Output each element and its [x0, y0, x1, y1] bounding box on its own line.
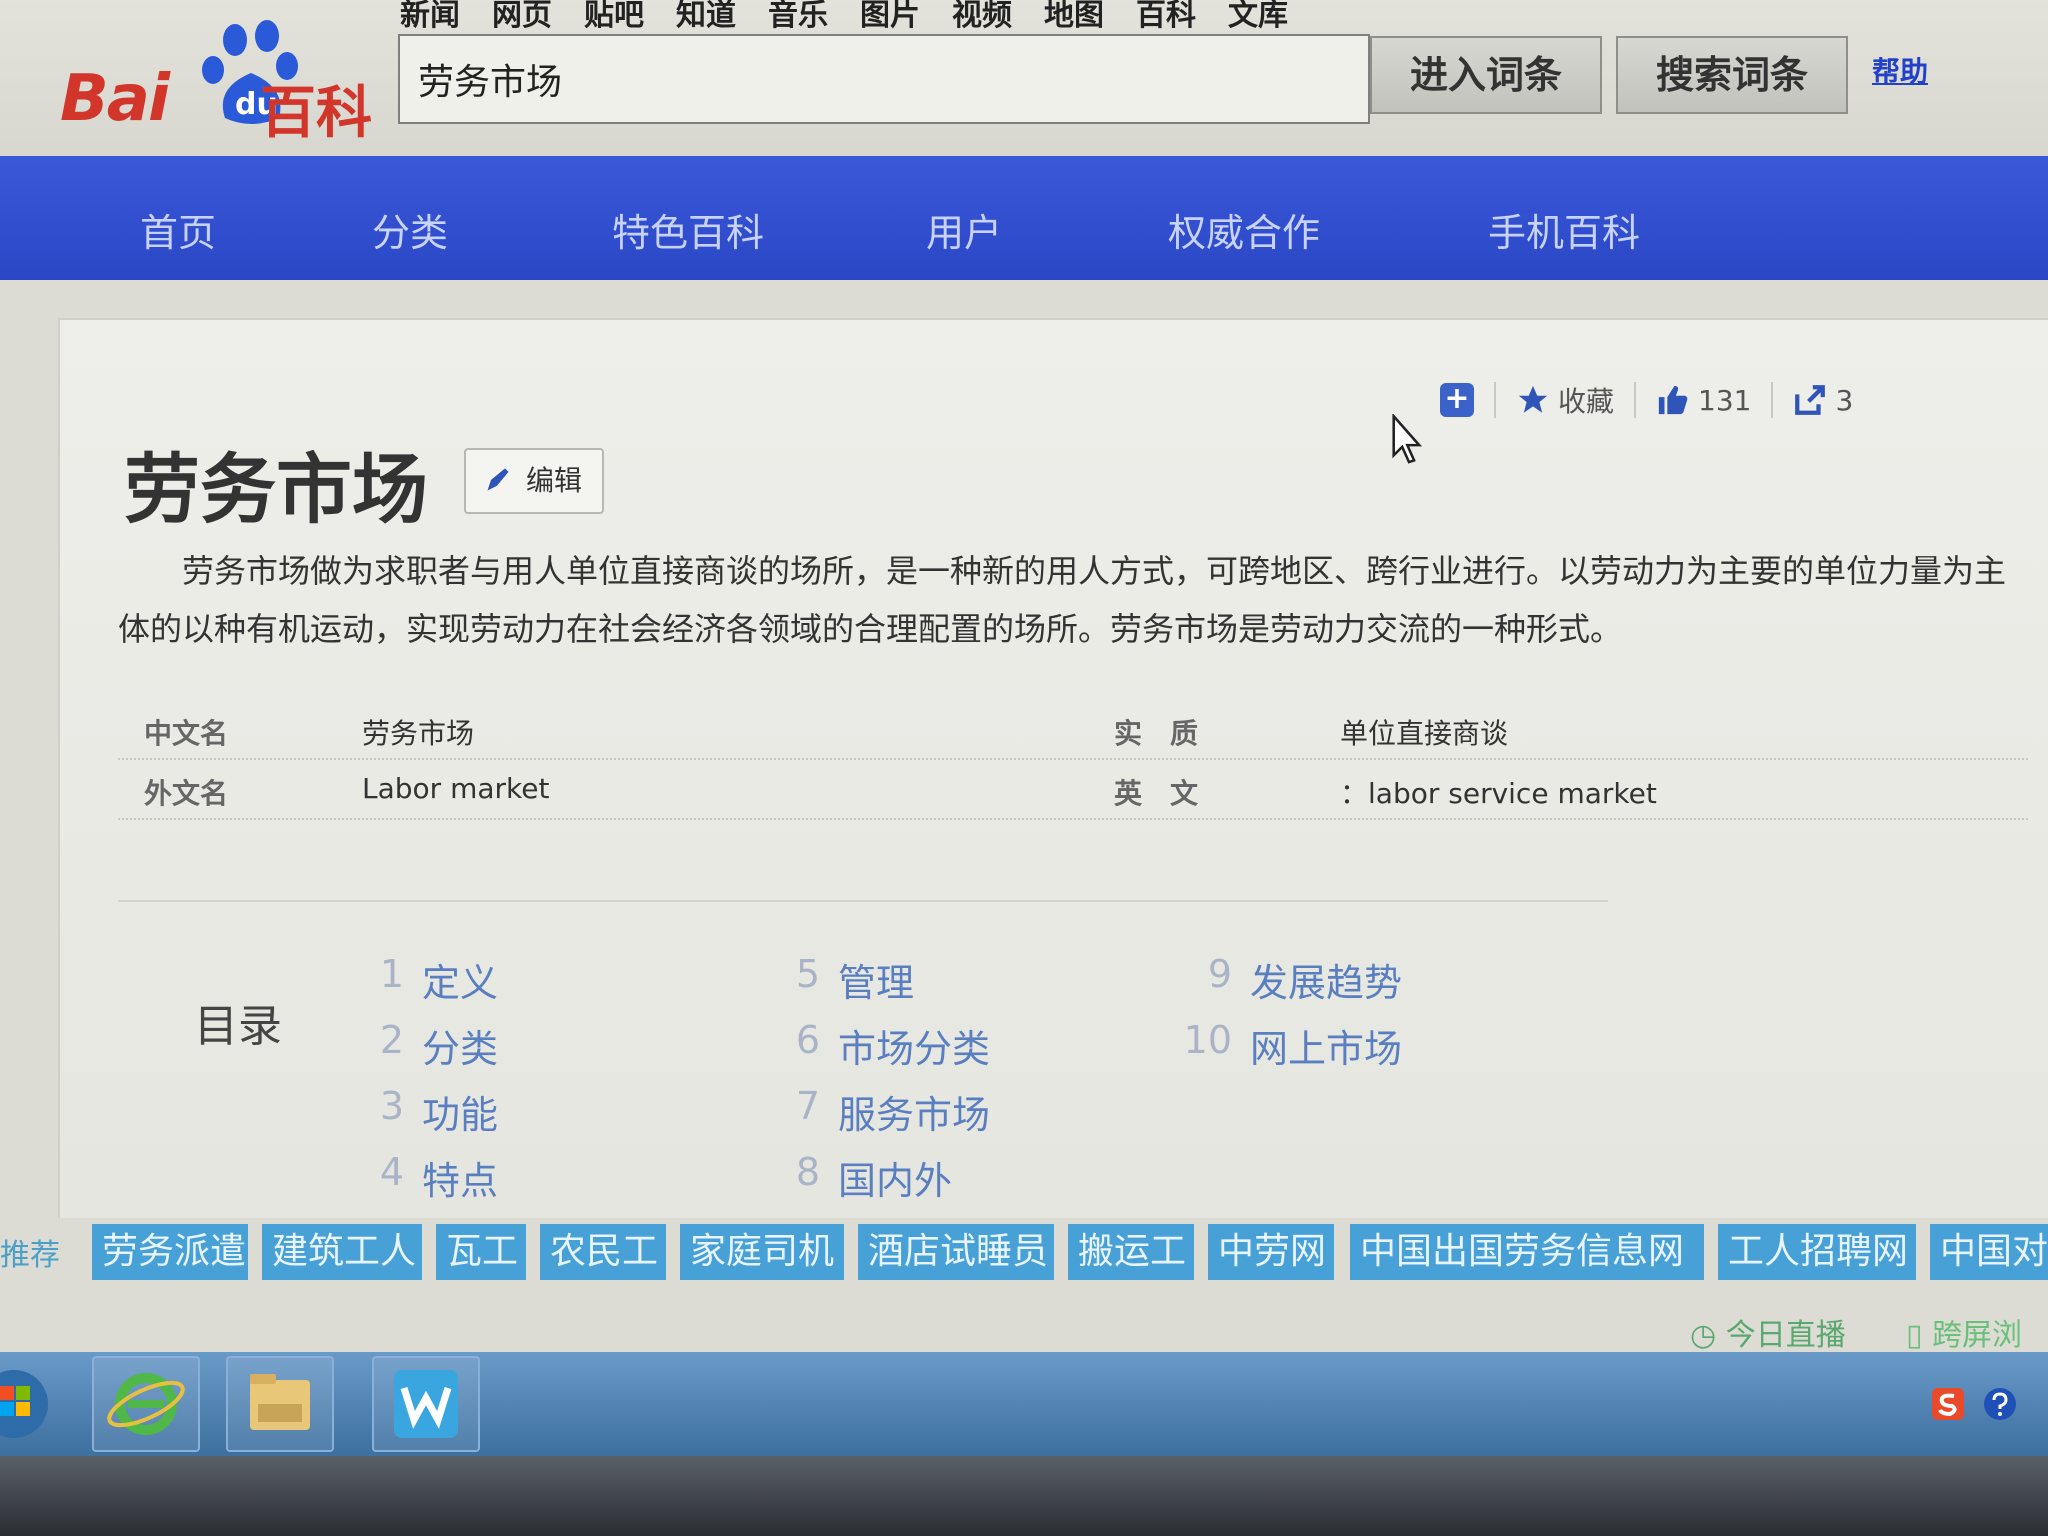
- taskbar-ie-button[interactable]: [92, 1356, 200, 1452]
- recommend-tag[interactable]: 工人招聘网: [1718, 1224, 1916, 1280]
- main-nav: 首页 分类 特色百科 用户 权威合作 手机百科: [0, 156, 2048, 280]
- share-icon: [1795, 385, 1826, 415]
- logo-bai-text: Bai: [60, 62, 170, 136]
- folder-icon: [250, 1374, 310, 1430]
- top-nav-news[interactable]: 新闻: [400, 0, 460, 34]
- like-button[interactable]: 131: [1656, 383, 1751, 417]
- toc-item[interactable]: 6 市场分类: [796, 1018, 990, 1073]
- help-link[interactable]: 帮助: [1872, 50, 1928, 90]
- logo-baike-text: 百科: [260, 81, 372, 146]
- basic-info-table: 中文名 劳务市场 实 质 单位直接商谈 外文名 Labor market 英 文…: [118, 700, 2028, 820]
- help-circle-icon[interactable]: [1982, 1386, 2018, 1422]
- toc-item[interactable]: 9 发展趋势: [1208, 952, 1402, 1007]
- top-nav-baike[interactable]: 百科: [1136, 0, 1196, 34]
- recommend-tag[interactable]: 中劳网: [1208, 1224, 1334, 1280]
- site-header: 新闻 网页 贴吧 知道 音乐 图片 视频 地图 百科 文库 Bai du 百科 …: [0, 0, 2048, 160]
- sogou-ime-icon[interactable]: [1930, 1386, 1966, 1422]
- toc-item[interactable]: 7 服务市场: [796, 1084, 990, 1139]
- top-nav-web[interactable]: 网页: [492, 0, 552, 34]
- info-label: 实 质: [1114, 717, 1199, 750]
- edit-label: 编辑: [526, 464, 583, 497]
- recommend-bar: 推荐 劳务派遣 建筑工人 瓦工 农民工 家庭司机 酒店试睡员 搬运工 中劳网 中…: [0, 1218, 2048, 1280]
- nav-category[interactable]: 分类: [372, 202, 448, 257]
- top-nav-wenku[interactable]: 文库: [1228, 0, 1288, 34]
- top-nav: 新闻 网页 贴吧 知道 音乐 图片 视频 地图 百科 文库: [400, 0, 1288, 34]
- nav-user[interactable]: 用户: [926, 202, 1002, 257]
- cross-screen-link[interactable]: ▯ 跨屏浏览: [1906, 1310, 2048, 1397]
- baidu-baike-logo[interactable]: Bai du 百科: [60, 18, 380, 146]
- search-entry-button[interactable]: 搜索词条: [1616, 36, 1848, 114]
- entry-content: + 收藏 131 3 劳务市场 编辑 劳务市场做为求职者与用人单位直接商谈的场所…: [58, 318, 2048, 1218]
- share-count: 3: [1835, 383, 1854, 417]
- monitor-bezel: [0, 1456, 2048, 1536]
- recommend-tag[interactable]: 农民工: [540, 1224, 666, 1280]
- action-separator: [1494, 382, 1496, 418]
- top-nav-video[interactable]: 视频: [952, 0, 1012, 34]
- pencil-icon: [487, 468, 509, 491]
- favorite-label: 收藏: [1558, 385, 1615, 418]
- taskbar-wps-button[interactable]: [372, 1356, 480, 1452]
- live-link[interactable]: ◷ 今日直播: [1690, 1310, 1846, 1353]
- info-label: 外文名: [144, 777, 229, 810]
- recommend-tag[interactable]: 劳务派遣: [92, 1224, 248, 1280]
- top-nav-zhidao[interactable]: 知道: [676, 0, 736, 34]
- info-label: 中文名: [144, 717, 229, 750]
- toc-item[interactable]: 1 定义: [380, 952, 498, 1007]
- info-row: 外文名 Labor market 英 文 ：labor service mark…: [118, 760, 2028, 820]
- recommend-tag[interactable]: 家庭司机: [680, 1224, 844, 1280]
- info-value: Labor market: [362, 772, 550, 805]
- nav-mobile[interactable]: 手机百科: [1488, 202, 1640, 257]
- taskbar: [0, 1352, 2048, 1456]
- recommend-tag[interactable]: 瓦工: [436, 1224, 526, 1280]
- search-box: [398, 34, 1370, 124]
- nav-home[interactable]: 首页: [140, 202, 216, 257]
- top-nav-map[interactable]: 地图: [1044, 0, 1104, 34]
- recommend-tag[interactable]: 搬运工: [1068, 1224, 1194, 1280]
- entry-summary: 劳务市场做为求职者与用人单位直接商谈的场所，是一种新的用人方式，可跨地区、跨行业…: [118, 552, 2007, 648]
- phone-icon: ▯: [1906, 1318, 1923, 1353]
- recommend-tag[interactable]: 中国对: [1930, 1224, 2048, 1280]
- recommend-label: 推荐: [0, 1238, 60, 1273]
- section-divider: [118, 900, 1608, 902]
- info-value: 劳务市场: [362, 717, 475, 750]
- toc-item[interactable]: 4 特点: [380, 1150, 498, 1205]
- toc-item[interactable]: 5 管理: [796, 952, 914, 1007]
- nav-partner[interactable]: 权威合作: [1168, 202, 1320, 257]
- recommend-tag[interactable]: 中国出国劳务信息网: [1350, 1224, 1704, 1280]
- action-separator: [1634, 382, 1637, 418]
- page-title: 劳务市场: [124, 445, 428, 534]
- star-icon: [1518, 385, 1548, 413]
- toc-title: 目录: [194, 1001, 282, 1052]
- enter-entry-button[interactable]: 进入词条: [1370, 36, 1602, 114]
- recommend-tag[interactable]: 酒店试睡员: [858, 1224, 1054, 1280]
- taskbar-explorer-button[interactable]: [226, 1356, 334, 1452]
- top-nav-images[interactable]: 图片: [860, 0, 920, 34]
- mouse-cursor-icon: [1392, 414, 1423, 464]
- recommend-tag[interactable]: 建筑工人: [262, 1224, 422, 1280]
- toc-item[interactable]: 3 功能: [380, 1084, 498, 1139]
- info-value: 单位直接商谈: [1340, 717, 1509, 750]
- top-nav-music[interactable]: 音乐: [768, 0, 828, 34]
- favorite-button[interactable]: 收藏: [1516, 380, 1614, 420]
- thumbs-up-icon: [1658, 385, 1688, 415]
- search-input[interactable]: [400, 36, 1368, 122]
- wps-writer-icon: [394, 1370, 458, 1438]
- top-nav-tieba[interactable]: 贴吧: [584, 0, 644, 34]
- nav-featured[interactable]: 特色百科: [612, 202, 764, 257]
- toc-item[interactable]: 2 分类: [380, 1018, 498, 1073]
- play-icon: ◷: [1690, 1318, 1717, 1353]
- internet-explorer-icon: [107, 1373, 185, 1435]
- info-value: ：labor service market: [1340, 777, 1657, 810]
- edit-button[interactable]: 编辑: [464, 448, 604, 514]
- info-label: 英 文: [1114, 777, 1199, 810]
- start-orb-icon[interactable]: [0, 1366, 50, 1442]
- info-row: 中文名 劳务市场 实 质 单位直接商谈: [118, 700, 2028, 760]
- add-icon[interactable]: +: [1440, 383, 1474, 417]
- share-button[interactable]: 3: [1793, 383, 1853, 417]
- entry-actions: + 收藏 131 3: [1440, 378, 1853, 422]
- action-separator: [1771, 382, 1774, 418]
- like-count: 131: [1698, 383, 1752, 417]
- toc-item[interactable]: 8 国内外: [796, 1150, 952, 1205]
- toc-item[interactable]: 10 网上市场: [1184, 1018, 1402, 1073]
